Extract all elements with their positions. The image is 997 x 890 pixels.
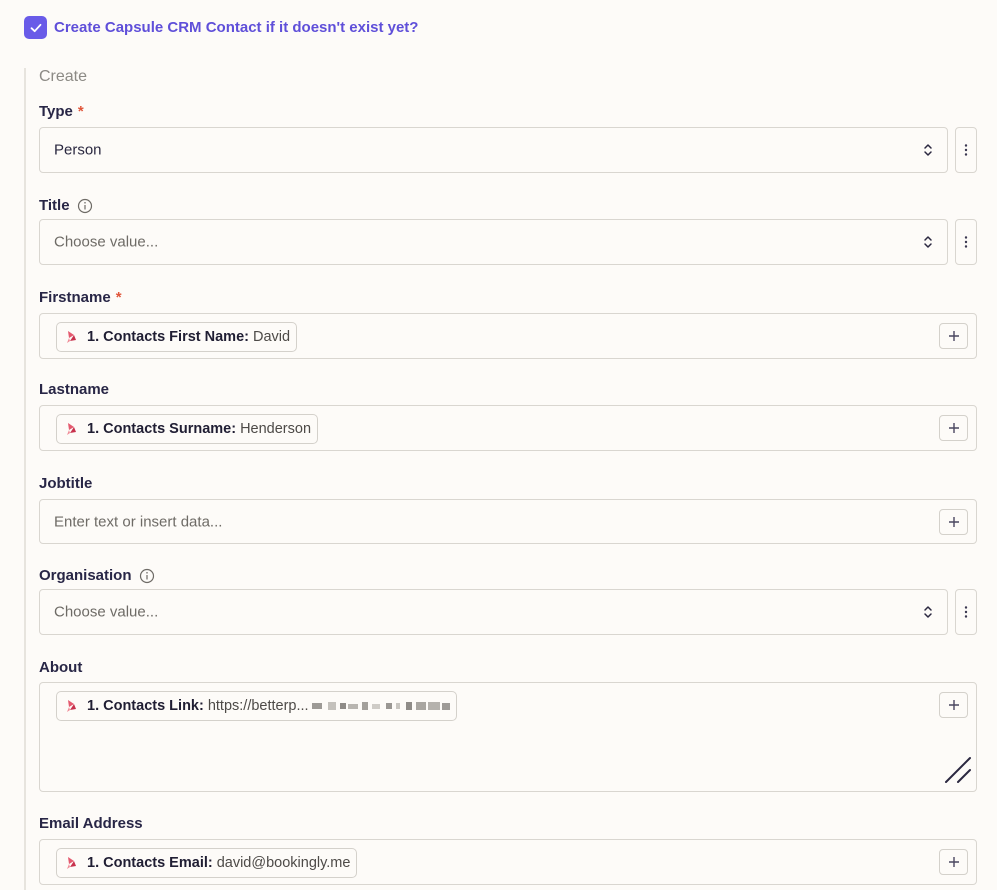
resize-handle-icon[interactable] bbox=[944, 756, 972, 789]
pill-value: david@bookingly.me bbox=[216, 855, 351, 871]
plus-icon bbox=[948, 857, 959, 867]
lastname-insert-button[interactable] bbox=[939, 415, 968, 441]
vertical-dots-icon bbox=[964, 606, 968, 618]
pill-value: https://betterp... bbox=[207, 698, 309, 714]
jobtitle-field-label: Jobtitle bbox=[39, 475, 92, 492]
firstname-data-pill[interactable]: 1. Contacts First Name: David bbox=[56, 322, 298, 352]
required-asterisk: * bbox=[115, 289, 122, 306]
organisation-label-text: Organisation bbox=[39, 567, 132, 584]
checkmark-icon bbox=[30, 23, 41, 32]
organisation-more-button[interactable] bbox=[955, 589, 977, 635]
create-contact-checkbox[interactable] bbox=[24, 16, 47, 39]
lastname-label-text: Lastname bbox=[39, 381, 110, 398]
about-label-text: About bbox=[39, 659, 83, 676]
vertical-dots-icon bbox=[964, 236, 968, 248]
type-field-label: Type * bbox=[39, 103, 84, 120]
type-label-text: Type bbox=[39, 103, 73, 120]
app-logo-icon bbox=[65, 855, 79, 871]
type-more-button[interactable] bbox=[955, 127, 977, 173]
firstname-field-label: Firstname * bbox=[39, 289, 122, 306]
required-asterisk: * bbox=[77, 103, 84, 120]
title-select-placeholder: Choose value... bbox=[54, 233, 159, 251]
organisation-select-placeholder: Choose value... bbox=[54, 603, 159, 621]
email-data-pill[interactable]: 1. Contacts Email: david@bookingly.me bbox=[56, 848, 358, 878]
jobtitle-label-text: Jobtitle bbox=[39, 475, 93, 492]
plus-icon bbox=[948, 423, 959, 433]
app-logo-icon bbox=[65, 329, 79, 345]
pill-label: 1. Contacts Email: bbox=[87, 855, 213, 871]
plus-icon bbox=[948, 700, 959, 710]
redacted-text bbox=[311, 702, 450, 710]
email-input[interactable]: 1. Contacts Email: david@bookingly.me bbox=[39, 839, 977, 885]
pill-label: 1. Contacts Link: bbox=[87, 698, 204, 714]
app-logo-icon bbox=[65, 421, 79, 437]
vertical-dots-icon bbox=[964, 144, 968, 156]
organisation-field-label: Organisation bbox=[39, 567, 155, 584]
type-select[interactable]: Person bbox=[39, 127, 948, 173]
section-divider-line bbox=[24, 68, 26, 890]
title-field-label: Title bbox=[39, 197, 93, 214]
title-more-button[interactable] bbox=[955, 219, 977, 265]
plus-icon bbox=[948, 517, 959, 527]
title-select[interactable]: Choose value... bbox=[39, 219, 948, 265]
firstname-label-text: Firstname bbox=[39, 289, 111, 306]
jobtitle-input[interactable]: Enter text or insert data... bbox=[39, 499, 977, 544]
firstname-insert-button[interactable] bbox=[939, 323, 968, 349]
chevron-up-down-icon bbox=[923, 605, 933, 619]
jobtitle-placeholder: Enter text or insert data... bbox=[54, 513, 223, 530]
type-select-value: Person bbox=[54, 141, 102, 159]
plus-icon bbox=[948, 331, 959, 341]
email-insert-button[interactable] bbox=[939, 849, 968, 875]
app-logo-icon bbox=[65, 698, 79, 714]
info-icon[interactable] bbox=[139, 568, 155, 584]
pill-label: 1. Contacts First Name: bbox=[87, 329, 249, 345]
create-contact-checkbox-row[interactable]: Create Capsule CRM Contact if it doesn't… bbox=[24, 16, 418, 39]
jobtitle-insert-button[interactable] bbox=[939, 509, 968, 535]
firstname-input[interactable]: 1. Contacts First Name: David bbox=[39, 313, 977, 359]
title-label-text: Title bbox=[39, 197, 70, 214]
pill-value: Henderson bbox=[240, 421, 312, 437]
lastname-data-pill[interactable]: 1. Contacts Surname: Henderson bbox=[56, 414, 319, 444]
about-insert-button[interactable] bbox=[939, 692, 968, 718]
about-textarea[interactable]: 1. Contacts Link: https://betterp... bbox=[39, 682, 977, 792]
email-field-label: Email Address bbox=[39, 815, 143, 832]
lastname-field-label: Lastname bbox=[39, 381, 109, 398]
info-icon[interactable] bbox=[77, 198, 93, 214]
create-contact-checkbox-label[interactable]: Create Capsule CRM Contact if it doesn't… bbox=[54, 19, 418, 36]
email-label-text: Email Address bbox=[39, 815, 143, 832]
pill-label: 1. Contacts Surname: bbox=[87, 421, 237, 437]
lastname-input[interactable]: 1. Contacts Surname: Henderson bbox=[39, 405, 977, 451]
about-data-pill[interactable]: 1. Contacts Link: https://betterp... bbox=[56, 691, 457, 721]
chevron-up-down-icon bbox=[923, 143, 933, 157]
organisation-select[interactable]: Choose value... bbox=[39, 589, 948, 635]
pill-value: David bbox=[252, 329, 291, 345]
about-field-label: About bbox=[39, 659, 82, 676]
section-title: Create bbox=[39, 68, 88, 85]
chevron-up-down-icon bbox=[923, 235, 933, 249]
